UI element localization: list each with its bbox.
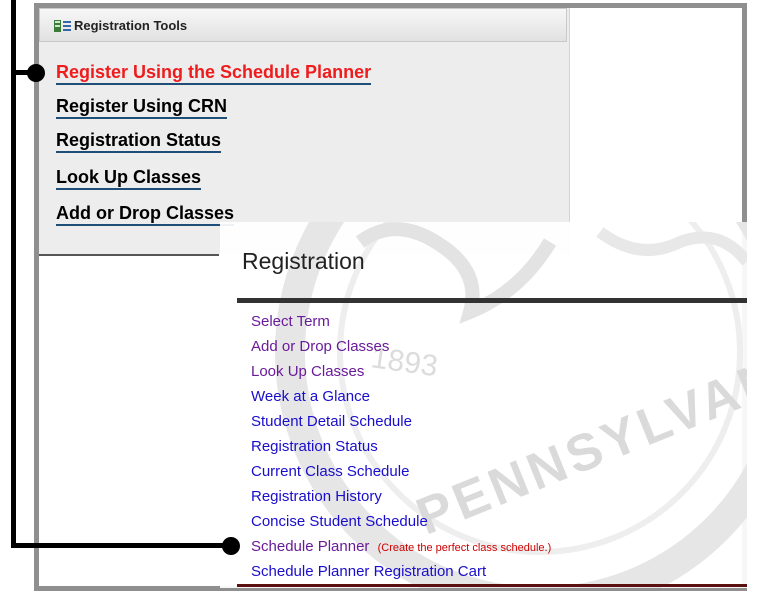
look-up-classes-menu-link[interactable]: Look Up Classes xyxy=(251,362,364,382)
schedule-planner-cart-link[interactable]: Schedule Planner Registration Cart xyxy=(251,562,486,582)
watermark-text: PENNSYLVANIA xyxy=(409,325,747,546)
schedule-planner-row: Schedule Planner (Create the perfect cla… xyxy=(251,537,551,558)
schedule-planner-link[interactable]: Schedule Planner xyxy=(251,538,369,555)
student-detail-schedule-link[interactable]: Student Detail Schedule xyxy=(251,412,412,432)
current-class-schedule-link[interactable]: Current Class Schedule xyxy=(251,462,409,482)
tools-panel-divider xyxy=(39,254,219,256)
registration-tools-icon xyxy=(54,20,71,32)
callout-dot-top xyxy=(27,64,45,82)
registration-history-link[interactable]: Registration History xyxy=(251,487,382,507)
register-schedule-planner-link[interactable]: Register Using the Schedule Planner xyxy=(56,61,372,85)
registration-tools-title: Registration Tools xyxy=(74,18,188,33)
registration-tools-header: Registration Tools xyxy=(39,8,567,42)
registration-tools-panel: Registration Tools Register Using the Sc… xyxy=(39,8,570,254)
registration-status-menu-link[interactable]: Registration Status xyxy=(251,437,378,457)
concise-student-schedule-link[interactable]: Concise Student Schedule xyxy=(251,512,428,532)
registration-menu-panel: 1893 PENNSYLVANIA Registration Select Te… xyxy=(220,222,747,588)
register-using-crn-link[interactable]: Register Using CRN xyxy=(56,95,228,119)
add-or-drop-classes-link[interactable]: Add or Drop Classes xyxy=(56,202,235,226)
callout-line-bottom xyxy=(11,543,231,548)
registration-bottom-rule xyxy=(237,584,747,587)
callout-vertical-line xyxy=(11,0,16,548)
registration-title: Registration xyxy=(242,248,365,274)
registration-title-rule xyxy=(237,298,747,303)
add-or-drop-classes-menu-link[interactable]: Add or Drop Classes xyxy=(251,337,389,357)
schedule-planner-note: (Create the perfect class schedule.) xyxy=(377,542,552,554)
week-at-a-glance-link[interactable]: Week at a Glance xyxy=(251,387,370,407)
callout-dot-bottom xyxy=(222,537,240,555)
look-up-classes-link[interactable]: Look Up Classes xyxy=(56,166,202,190)
registration-status-link[interactable]: Registration Status xyxy=(56,129,222,153)
select-term-link[interactable]: Select Term xyxy=(251,312,330,332)
